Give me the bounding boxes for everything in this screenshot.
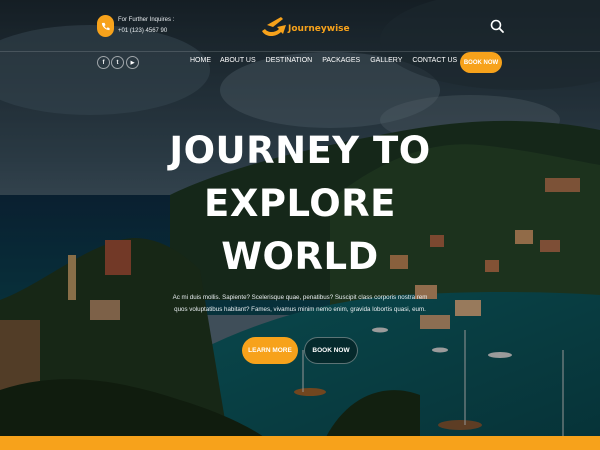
search-icon: [490, 19, 504, 33]
twitter-button[interactable]: t: [111, 56, 124, 69]
nav-item-gallery[interactable]: GALLERY: [370, 57, 402, 64]
twitter-icon: t: [116, 59, 119, 66]
search-button[interactable]: [489, 18, 505, 34]
nav-item-about-us[interactable]: ABOUT US: [220, 57, 256, 64]
facebook-button[interactable]: f: [97, 56, 110, 69]
hero-title-line-1: JOURNEY TO: [169, 129, 431, 172]
youtube-button[interactable]: ▶: [126, 56, 139, 69]
contact-info: For Further Inquires : +01 (123) 4567 90: [97, 15, 174, 37]
hero-title-line-3: WORLD: [221, 235, 379, 278]
site-logo[interactable]: Journeywise: [259, 15, 350, 39]
contact-label: For Further Inquires :: [118, 17, 175, 23]
top-bar: For Further Inquires : +01 (123) 4567 90…: [0, 0, 600, 52]
hero-description: Ac mi duis mollis. Sapiente? Scelerisque…: [172, 294, 428, 313]
main-nav: HOME ABOUT US DESTINATION PACKAGES GALLE…: [190, 57, 457, 64]
nav-item-destination[interactable]: DESTINATION: [266, 57, 313, 64]
youtube-icon: ▶: [130, 59, 135, 66]
phone-icon: [97, 15, 114, 37]
nav-item-home[interactable]: HOME: [190, 57, 211, 64]
facebook-icon: f: [102, 59, 105, 66]
learn-more-button[interactable]: LEARN MORE: [242, 337, 298, 364]
hero-title-line-2: EXPLORE: [204, 182, 396, 225]
contact-phone[interactable]: +01 (123) 4567 90: [118, 26, 174, 37]
plane-logo-icon: [262, 17, 286, 37]
logo-text: Journeywise: [288, 23, 350, 34]
nav-item-contact-us[interactable]: CONTACT US: [412, 57, 457, 64]
bottom-accent-bar: [0, 436, 600, 450]
header-book-now-button[interactable]: BOOK NOW: [460, 52, 502, 73]
hero-title: JOURNEY TO EXPLORE WORLD: [150, 124, 450, 283]
nav-item-packages[interactable]: PACKAGES: [322, 57, 360, 64]
hero-book-now-button[interactable]: BOOK NOW: [304, 337, 358, 364]
